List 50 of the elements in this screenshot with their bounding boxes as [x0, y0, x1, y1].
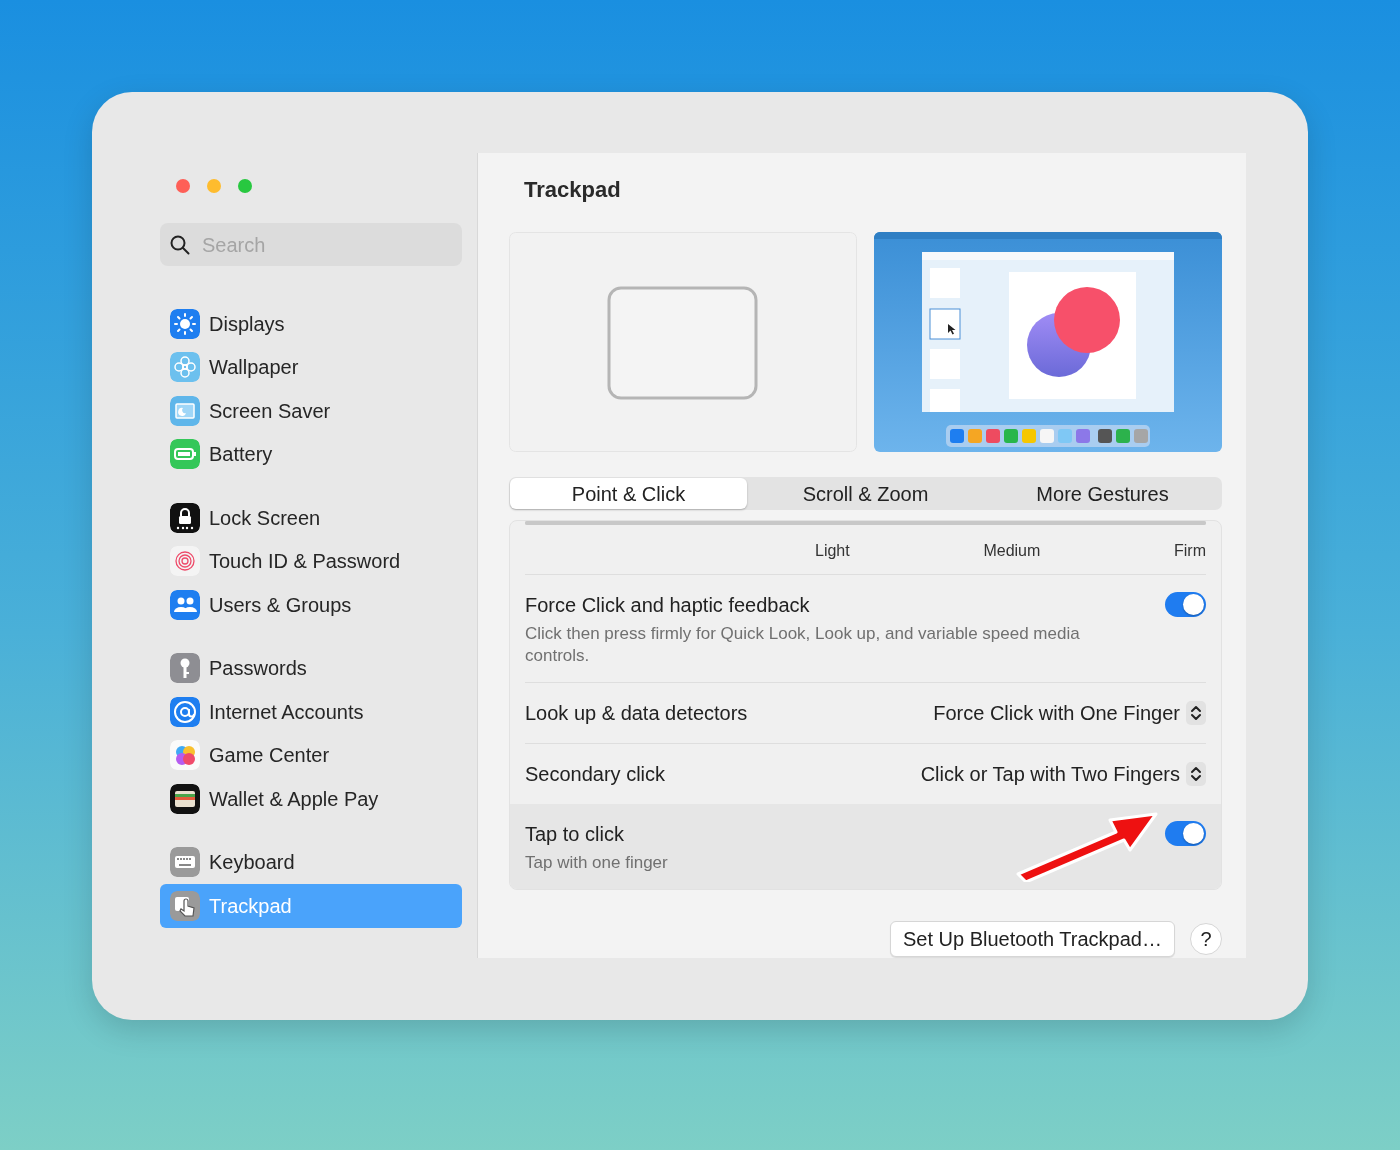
- sidebar-item[interactable]: Wallet & Apple Pay: [160, 777, 462, 821]
- at-sign-icon: [170, 696, 200, 727]
- popup-menu[interactable]: Force Click with One Finger: [933, 698, 1206, 729]
- setting-title: Look up & data detectors: [525, 701, 748, 727]
- sidebar-item[interactable]: Wallpaper: [160, 345, 462, 389]
- hand-pointer-icon: [170, 890, 200, 921]
- sidebar-item[interactable]: Internet Accounts: [160, 690, 462, 734]
- wallet-icon: [170, 783, 200, 814]
- slider-label: Light: [815, 541, 850, 561]
- tab[interactable]: More Gestures: [984, 478, 1221, 509]
- close-button[interactable]: [176, 179, 190, 193]
- sidebar-item[interactable]: Screen Saver: [160, 389, 462, 433]
- setting-description: Click then press firmly for Quick Look, Look up, and variable speed media controls.: [525, 623, 1081, 668]
- setting-title: Tap to click: [525, 822, 625, 848]
- fingerprint-icon: [170, 546, 200, 577]
- popup-menu[interactable]: Click or Tap with Two Fingers: [920, 759, 1206, 790]
- sidebar-item[interactable]: Keyboard: [160, 840, 462, 884]
- bubbles-icon: [170, 740, 200, 771]
- page-title: Trackpad: [524, 176, 622, 204]
- lock-icon: [170, 502, 200, 533]
- slider-label: Medium: [983, 541, 1041, 561]
- setup-button[interactable]: Set Up Bluetooth Trackpad…: [889, 921, 1175, 958]
- sidebar-item[interactable]: Game Center: [160, 733, 462, 777]
- chevron-updown-icon: [1186, 762, 1206, 787]
- sidebar-item[interactable]: Users & Groups: [160, 583, 462, 627]
- toggle-switch[interactable]: [1165, 821, 1206, 847]
- sidebar-item[interactable]: Touch ID & Password: [160, 539, 462, 583]
- sidebar-item[interactable]: Displays: [160, 302, 462, 346]
- tab[interactable]: Point & Click: [510, 478, 747, 509]
- sidebar-item[interactable]: Passwords: [160, 646, 462, 690]
- slider-label: Firm: [1174, 541, 1206, 561]
- minimize-button[interactable]: [207, 179, 221, 193]
- setting-description: Tap with one finger: [525, 852, 668, 875]
- chevron-updown-icon: [1186, 701, 1206, 726]
- screen-icon: [170, 395, 200, 426]
- setting-title: Force Click and haptic feedback: [525, 593, 811, 618]
- search-icon: [170, 234, 190, 255]
- tab[interactable]: Scroll & Zoom: [747, 478, 984, 509]
- key-icon: [170, 653, 200, 684]
- sidebar-item[interactable]: Battery: [160, 432, 462, 476]
- battery-icon: [170, 439, 200, 470]
- sun-icon: [170, 308, 200, 339]
- help-button[interactable]: ?: [1190, 923, 1222, 956]
- toggle-switch[interactable]: [1165, 592, 1206, 617]
- setting-title: Secondary click: [525, 762, 666, 788]
- people-icon: [170, 589, 200, 620]
- keyboard-icon: [170, 847, 200, 878]
- sidebar-item[interactable]: Lock Screen: [160, 496, 462, 540]
- zoom-button[interactable]: [238, 179, 252, 193]
- flower-icon: [170, 352, 200, 383]
